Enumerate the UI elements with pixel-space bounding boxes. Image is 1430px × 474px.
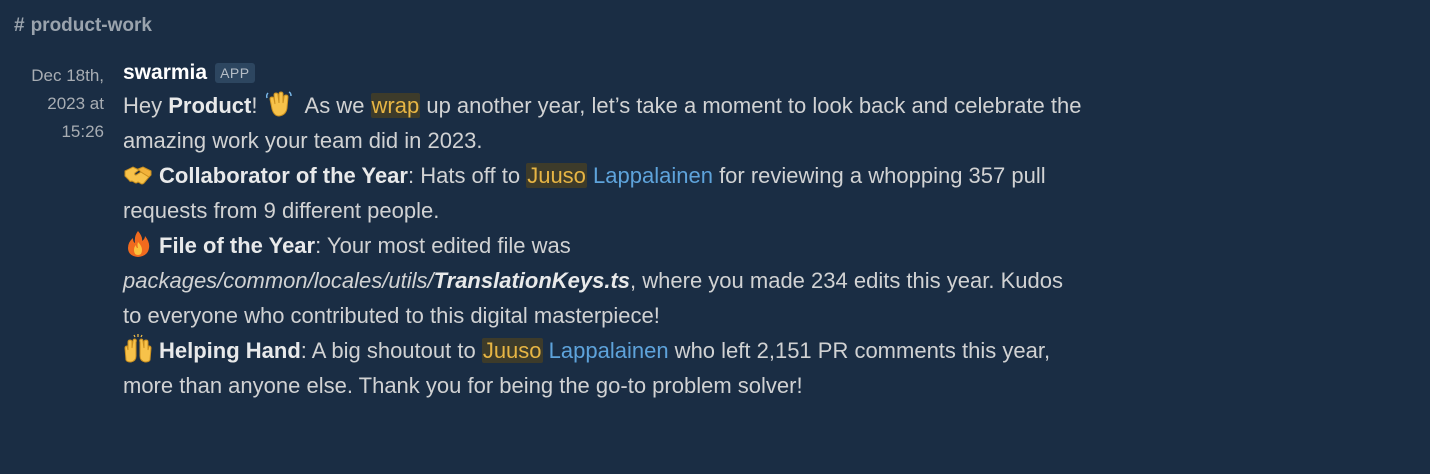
- highlight-wrap: wrap: [370, 93, 421, 118]
- file-title: File of the Year: [159, 233, 316, 258]
- waving-hand-icon: [264, 89, 294, 119]
- mention-last-name[interactable]: Lappalainen: [593, 163, 713, 188]
- helping-title: Helping Hand: [159, 338, 301, 363]
- file-name: TranslationKeys.ts: [433, 268, 631, 293]
- author-name[interactable]: swarmia: [123, 61, 207, 85]
- message-header: swarmia APP: [123, 58, 1083, 88]
- greeting-punct: !: [251, 93, 258, 118]
- mention-first-name[interactable]: Juuso: [481, 338, 543, 363]
- message: swarmia APP Hey Product! As we wrap up a…: [123, 58, 1083, 403]
- file-paragraph: File of the Year: Your most edited file …: [123, 228, 1083, 333]
- fire-icon: [123, 229, 153, 259]
- app-badge: APP: [215, 63, 255, 83]
- raised-hands-icon: [123, 334, 153, 364]
- helping-paragraph: Helping Hand: A big shoutout to Juuso La…: [123, 333, 1083, 403]
- mention-first-name[interactable]: Juuso: [526, 163, 587, 188]
- channel-hash-icon: #: [14, 15, 25, 36]
- collaborator-paragraph: Collaborator of the Year: Hats off to Ju…: [123, 158, 1083, 228]
- greeting-text: Hey: [123, 93, 169, 118]
- collaborator-text-1: : Hats off to: [407, 163, 527, 188]
- message-timestamp[interactable]: Dec 18th, 2023 at 15:26: [14, 62, 104, 146]
- mention-last-name[interactable]: Lappalainen: [549, 338, 669, 363]
- intro-text-1: As we: [299, 93, 371, 118]
- channel-header[interactable]: # product-work: [14, 15, 152, 37]
- helping-text-1: : A big shoutout to: [300, 338, 482, 363]
- file-path: packages/common/locales/utils/: [123, 268, 434, 293]
- intro-paragraph: Hey Product! As we wrap up another year,…: [123, 88, 1083, 158]
- handshake-icon: [123, 159, 153, 189]
- channel-name[interactable]: product-work: [31, 15, 152, 37]
- collaborator-title: Collaborator of the Year: [159, 163, 408, 188]
- team-name: Product: [168, 93, 252, 118]
- file-text-1: : Your most edited file was: [315, 233, 571, 258]
